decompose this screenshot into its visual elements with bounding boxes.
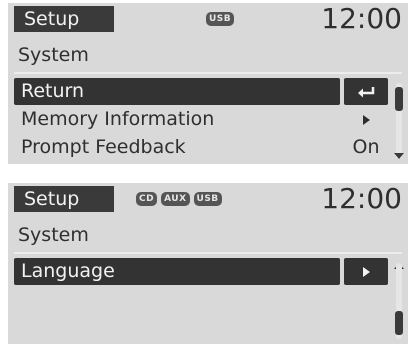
display-screen-1: Setup USB 12:00 System Return Memory Inf…: [8, 3, 408, 164]
media-badges: USB: [206, 12, 238, 28]
scrollbar[interactable]: [394, 263, 404, 339]
right-arrow-icon: [363, 114, 370, 125]
section-title: System: [18, 224, 89, 246]
setup-tab[interactable]: Setup: [14, 6, 114, 32]
section-title: System: [18, 44, 89, 66]
scroll-thumb[interactable]: [395, 87, 403, 111]
cd-badge: CD: [136, 192, 158, 206]
usb-badge: USB: [193, 192, 222, 206]
right-arrow-icon: [363, 266, 370, 277]
memory-information-action[interactable]: [344, 106, 388, 133]
back-arrow-icon: [358, 86, 375, 97]
section-divider: [14, 72, 402, 74]
prompt-feedback-value[interactable]: On: [344, 134, 388, 161]
return-action-button[interactable]: [344, 78, 388, 105]
language-action-button[interactable]: [344, 258, 388, 285]
scrollbar[interactable]: [394, 83, 404, 159]
scroll-thumb[interactable]: [395, 311, 403, 335]
menu-item-language[interactable]: Language: [14, 258, 340, 285]
section-divider: [14, 252, 402, 254]
scroll-down-arrow-icon: [394, 153, 404, 159]
status-header: Setup USB 12:00: [8, 2, 408, 35]
media-badges: CD AUX USB: [136, 192, 226, 208]
usb-badge: USB: [206, 12, 235, 26]
menu-item-return[interactable]: Return: [14, 78, 340, 105]
setup-tab[interactable]: Setup: [14, 186, 114, 212]
clock-display: 12:00: [321, 182, 402, 215]
status-header: Setup CD AUX USB 12:00: [8, 182, 408, 215]
display-screen-2: Setup CD AUX USB 12:00 System Language: [8, 183, 408, 344]
prompt-feedback-value-text: On: [352, 136, 380, 158]
menu-item-prompt-feedback[interactable]: Prompt Feedback: [14, 134, 340, 161]
clock-display: 12:00: [321, 2, 402, 35]
menu-item-memory-information[interactable]: Memory Information: [14, 106, 340, 133]
aux-badge: AUX: [161, 192, 190, 206]
